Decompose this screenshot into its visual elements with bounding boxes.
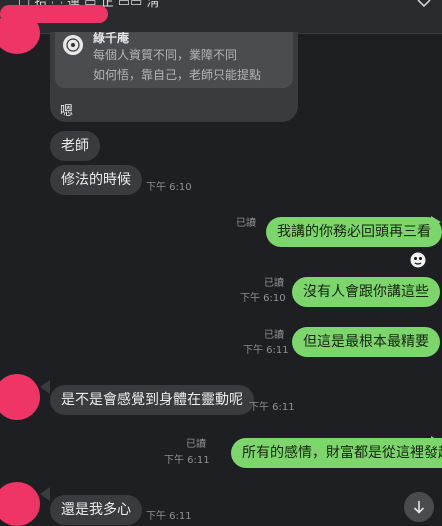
message-text: 還是我多心 [61,502,131,518]
bubble-tail [40,487,50,501]
redacted-avatar [0,374,40,420]
message-bubble[interactable]: 是不是會感覺到身體在靈動呢 [50,385,254,415]
read-receipt: 已讀 [186,439,206,450]
message-time: 下午 6:10 [146,182,192,193]
message-text: 我講的你務必回頭再三看 [277,224,431,240]
read-receipt: 已讀 [264,330,284,341]
quoted-line-1: 每個人資質不同，業障不同 [93,48,238,62]
message-bubble[interactable]: 還是我多心 [50,495,142,525]
bubble-tail [431,216,441,228]
read-receipt: 已讀 [264,278,284,289]
quoted-sender-avatar [63,35,83,55]
read-receipt: 已讀 [236,218,256,229]
reply-text: 嗯 [60,104,74,119]
redacted-avatar [0,482,40,526]
message-bubble[interactable]: 修法的時候 [50,165,142,195]
quoted-sender-name: 綠千庵 [93,32,130,45]
bubble-tail [431,436,441,448]
message-bubble[interactable]: 但這是最根本最精要 [292,327,440,357]
message-time: 下午 6:11 [243,345,289,356]
message-bubble[interactable]: 所有的感情，財富都是從這裡發起 [231,438,442,468]
message-text: 沒有人會跟你講這些 [303,284,429,300]
message-text: 修法的時候 [61,172,131,188]
message-text: 老師 [61,138,89,154]
message-bubble[interactable]: 沒有人會跟你講這些 [292,277,440,307]
message-time: 下午 6:11 [164,455,210,466]
message-text: 但這是最根本最精要 [303,334,429,350]
message-text: 所有的感情，財富都是從這裡發起 [242,445,442,461]
message-bubble[interactable]: 老師 [50,131,100,161]
scroll-to-bottom-button[interactable] [404,492,434,522]
message-time: 下午 6:10 [240,293,286,304]
quoted-message[interactable]: 綠千庵 每個人資質不同，業障不同 如何悟，靠自己，老師只能提點 [55,32,293,88]
redacted-avatar [0,12,40,54]
reply-bubble[interactable]: 綠千庵 每個人資質不同，業障不同 如何悟，靠自己，老師只能提點 嗯 [50,32,298,122]
message-bubble[interactable]: 我講的你務必回頭再三看 [266,217,442,247]
message-text: 是不是會感覺到身體在靈動呢 [61,392,243,408]
reaction-icon[interactable] [410,252,426,268]
message-time: 下午 6:11 [249,402,295,413]
arrow-down-icon [413,501,425,514]
message-time: 下午 6:11 [146,511,192,522]
bubble-tail [40,380,50,394]
chevron-down-icon[interactable] [414,0,434,14]
quoted-line-2: 如何悟，靠自己，老師只能提點 [93,68,262,82]
